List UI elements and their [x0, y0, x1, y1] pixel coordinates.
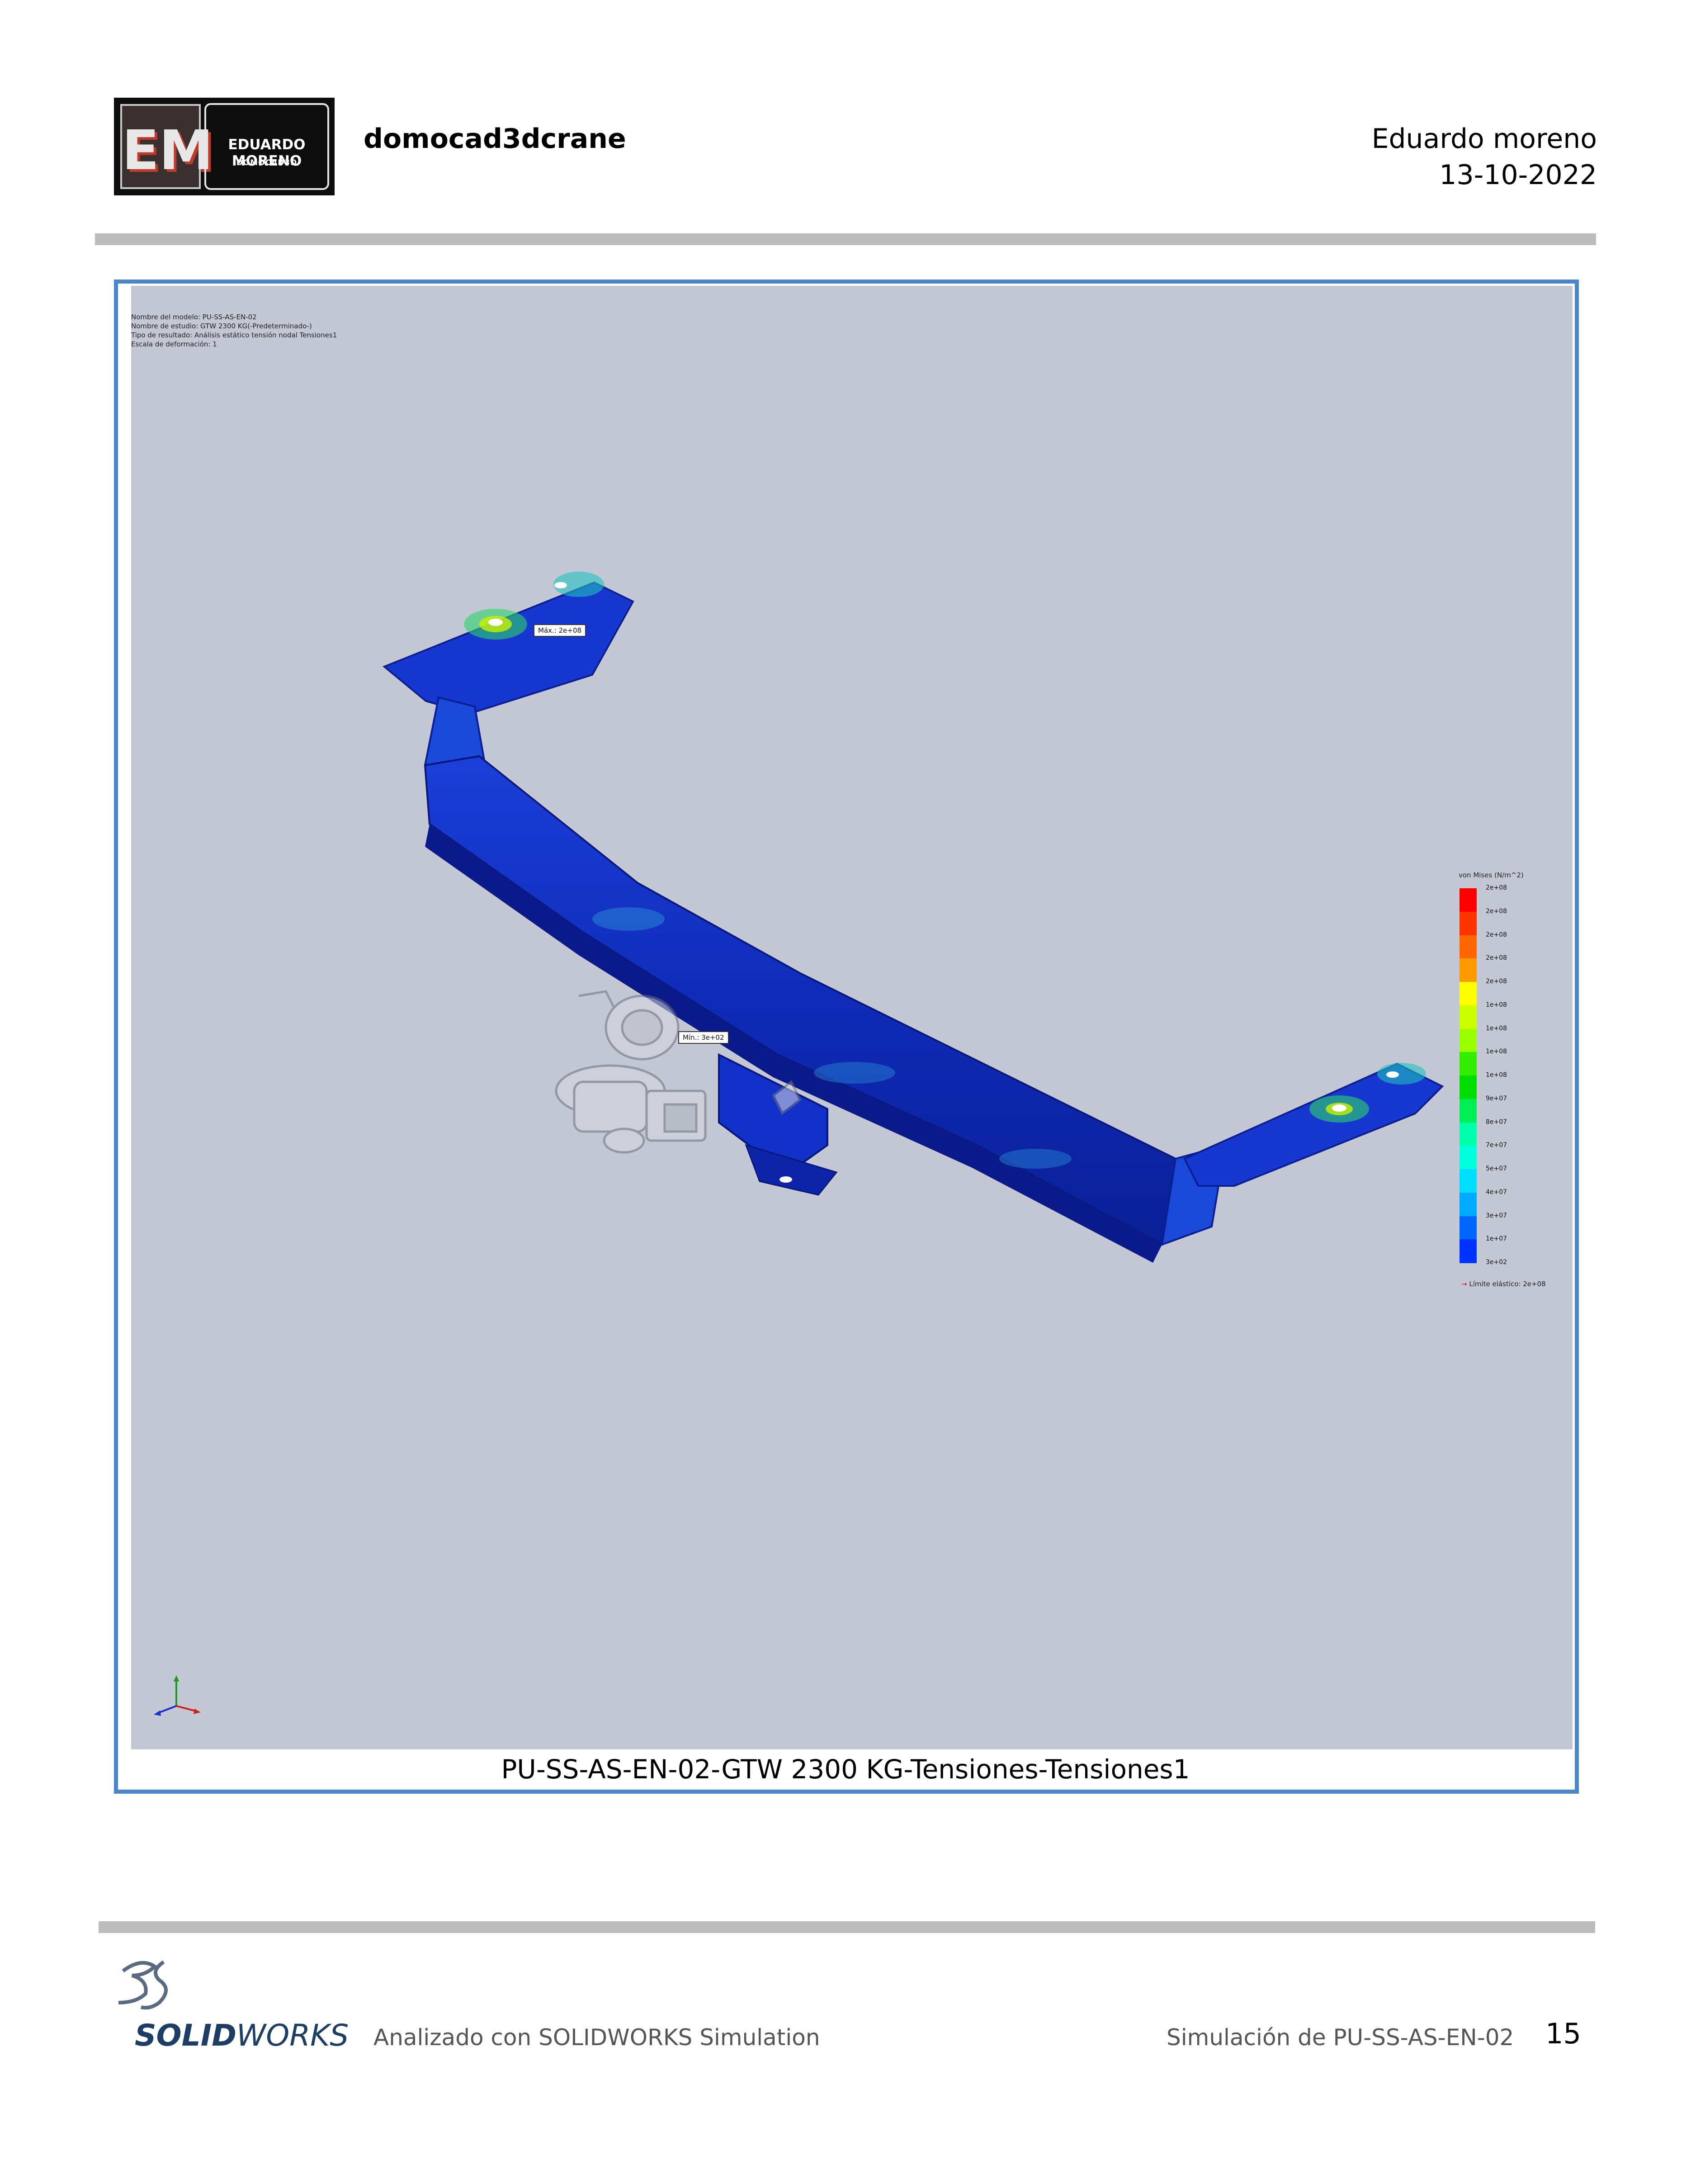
brand-light: WORKS [236, 2018, 349, 2053]
legend-color-segment [1460, 1192, 1477, 1217]
simulation-viewport: Nombre del modelo: PU-SS-AS-EN-02 Nombre… [131, 286, 1573, 1749]
legend-tick-label: 1e+08 [1486, 1001, 1507, 1009]
axis-triad-icon [154, 1675, 201, 1716]
header-divider [95, 233, 1596, 245]
legend-tick-label: 2e+08 [1486, 907, 1507, 915]
logo-card: EDUARDO MORENO DOMOCAD3D [204, 103, 329, 190]
legend-title: von Mises (N/m^2) [1459, 871, 1524, 879]
legend-color-segment [1460, 1146, 1477, 1170]
legend-tick-label: 8e+07 [1486, 1118, 1507, 1126]
max-stress-probe: Máx.: 2e+08 [534, 624, 586, 637]
logo-line2: DOMOCAD3D [236, 158, 298, 167]
legend-tick-label: 1e+08 [1486, 1071, 1507, 1079]
legend-tick-label: 2e+08 [1486, 978, 1507, 985]
min-stress-probe: Mín.: 3e+02 [678, 1031, 729, 1044]
legend-color-segment [1460, 958, 1477, 982]
legend-limit-text: Límite elástico: 2e+08 [1469, 1280, 1546, 1288]
solidworks-3ds-logo-icon [118, 1960, 168, 2010]
yield-arrow-icon: → [1461, 1280, 1467, 1288]
legend-tick-label: 9e+07 [1486, 1094, 1507, 1102]
legend-color-segment [1460, 888, 1477, 912]
legend-color-segment [1460, 1028, 1477, 1053]
legend-tick-label: 2e+08 [1486, 884, 1507, 891]
author-name: Eduardo moreno [1371, 123, 1597, 155]
legend-color-segment [1460, 1239, 1477, 1263]
legend-tick-label: 7e+07 [1486, 1142, 1507, 1149]
page-number: 15 [1545, 2017, 1581, 2050]
footer-simulation-name: Simulación de PU-SS-AS-EN-02 [1167, 2024, 1514, 2051]
legend-yield-limit: → Límite elástico: 2e+08 [1461, 1280, 1546, 1288]
solidworks-wordmark: SOLIDWORKS [135, 2018, 349, 2053]
legend-color-segment [1460, 1005, 1477, 1029]
legend-tick-label: 5e+07 [1486, 1165, 1507, 1172]
legend-tick-label: 3e+07 [1486, 1212, 1507, 1219]
logo-monogram: EM [120, 104, 213, 189]
legend-tick-label: 3e+02 [1486, 1259, 1507, 1266]
tow-hitch-model [383, 572, 1444, 1263]
figure-caption: PU-SS-AS-EN-02-GTW 2300 KG-Tensiones-Ten… [501, 1754, 1190, 1785]
footer-divider [99, 1921, 1595, 1933]
report-date: 13-10-2022 [1439, 159, 1597, 191]
company-logo: EM EDUARDO MORENO DOMOCAD3D [114, 98, 335, 195]
legend-tick-label: 1e+08 [1486, 1024, 1507, 1032]
legend-color-segment [1460, 1216, 1477, 1240]
legend-color-segment [1460, 935, 1477, 959]
legend-color-segment [1460, 1075, 1477, 1099]
legend-tick-label: 2e+08 [1486, 954, 1507, 962]
legend-color-bar [1460, 888, 1477, 1263]
legend-color-segment [1460, 1169, 1477, 1193]
legend-tick-label: 1e+07 [1486, 1235, 1507, 1243]
footer-analysis-note: Analizado con SOLIDWORKS Simulation [373, 2024, 820, 2051]
legend-tick-label: 2e+08 [1486, 931, 1507, 938]
legend-color-segment [1460, 1122, 1477, 1146]
legend-tick-label: 1e+08 [1486, 1048, 1507, 1056]
brand-bold: SOLID [135, 2018, 237, 2053]
legend-color-segment [1460, 1052, 1477, 1076]
company-name: domocad3dcrane [364, 123, 626, 155]
legend-color-segment [1460, 982, 1477, 1006]
legend-color-segment [1460, 911, 1477, 936]
legend-color-segment [1460, 1099, 1477, 1123]
legend-tick-label: 4e+07 [1486, 1188, 1507, 1196]
